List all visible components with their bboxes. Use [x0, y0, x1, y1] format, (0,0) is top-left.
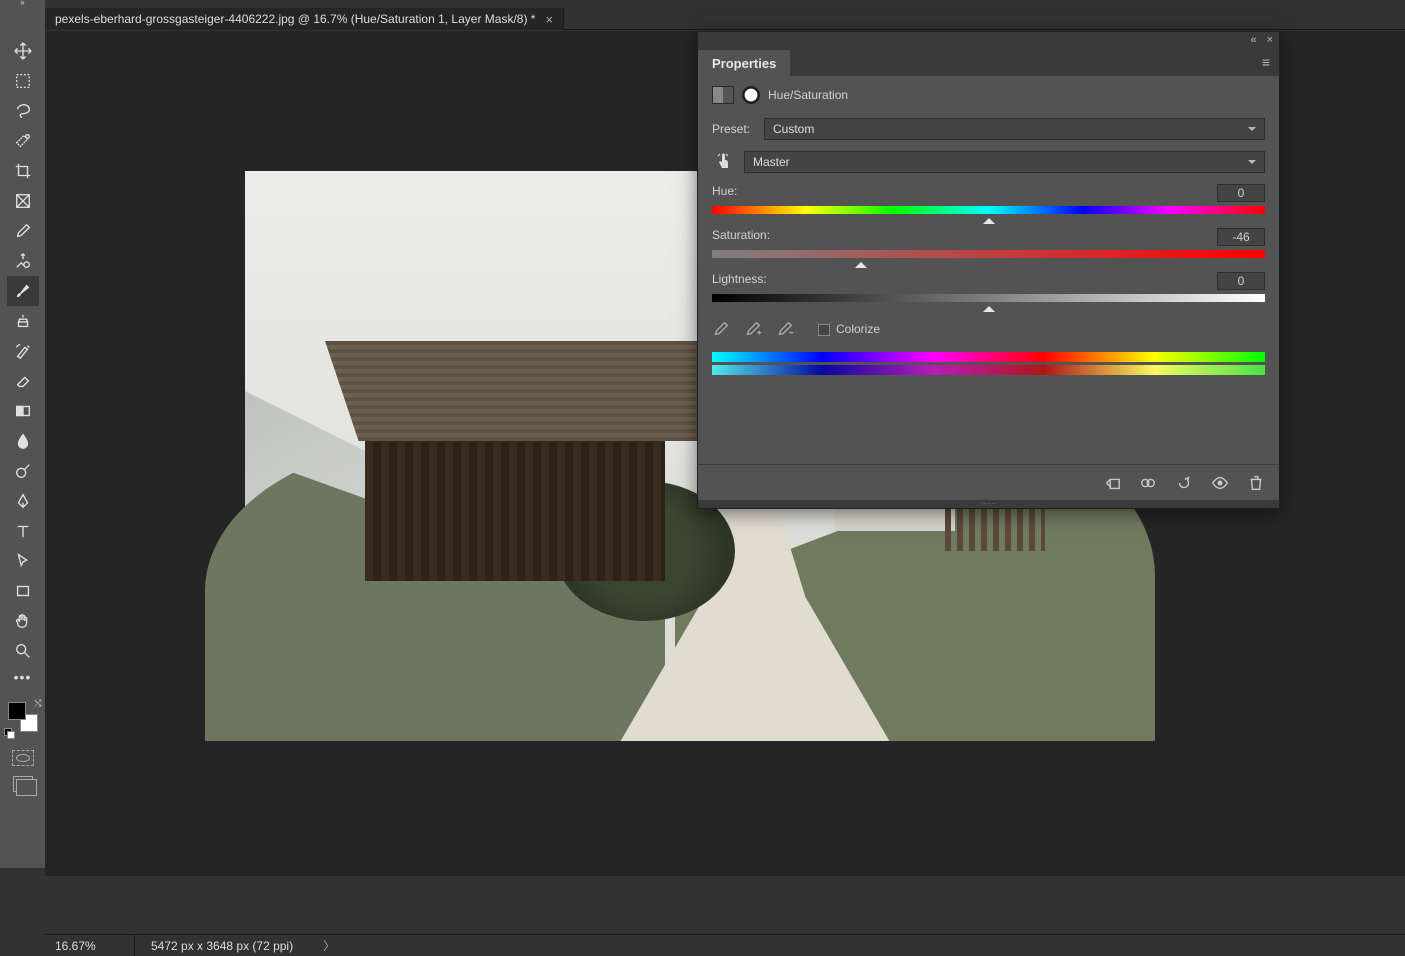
saturation-slider[interactable] [712, 250, 1265, 258]
eyedropper-add-icon[interactable] [744, 320, 762, 338]
lightness-value[interactable]: 0 [1217, 272, 1265, 290]
tools-panel: ••• ⤭ [0, 8, 45, 868]
lasso-tool[interactable] [7, 96, 39, 126]
panel-footer [698, 464, 1279, 500]
color-swatches[interactable]: ⤭ [8, 702, 38, 732]
status-bar: 16.67% 5472 px x 3648 px (72 ppi) 〉 [45, 934, 1405, 956]
saturation-label: Saturation: [712, 228, 770, 246]
screen-mode-icon[interactable] [13, 776, 33, 792]
clip-to-layer-icon[interactable] [1103, 474, 1121, 492]
eraser-tool[interactable] [7, 366, 39, 396]
clone-stamp-tool[interactable] [7, 306, 39, 336]
crop-tool[interactable] [7, 156, 39, 186]
foreground-swatch[interactable] [8, 702, 26, 720]
channel-dropdown[interactable]: Master [744, 151, 1265, 173]
eyedropper-subtract-icon[interactable] [776, 320, 794, 338]
zoom-tool[interactable] [7, 636, 39, 666]
move-tool[interactable] [7, 36, 39, 66]
document-tab-title: pexels-eberhard-grossgasteiger-4406222.j… [55, 12, 535, 26]
hue-label: Hue: [712, 184, 737, 202]
hue-value[interactable]: 0 [1217, 184, 1265, 202]
lightness-slider-thumb[interactable] [983, 300, 995, 312]
frame-tool[interactable] [7, 186, 39, 216]
delete-icon[interactable] [1247, 474, 1265, 492]
default-colors-icon[interactable] [4, 728, 12, 736]
hue-slider[interactable] [712, 206, 1265, 214]
panel-resize-grip[interactable]: ······ [698, 500, 1279, 508]
lightness-label: Lightness: [712, 272, 767, 290]
dodge-tool[interactable] [7, 456, 39, 486]
close-panel-icon[interactable]: × [1267, 34, 1273, 46]
hue-slider-thumb[interactable] [983, 212, 995, 224]
document-tab-bar: pexels-eberhard-grossgasteiger-4406222.j… [45, 8, 1405, 30]
color-range-bars[interactable] [712, 352, 1265, 375]
properties-tab[interactable]: Properties [698, 50, 790, 76]
lightness-slider[interactable] [712, 294, 1265, 302]
toggle-visibility-icon[interactable] [1211, 474, 1229, 492]
reset-icon[interactable] [1175, 474, 1193, 492]
panel-tabs: Properties ≡ [698, 48, 1279, 76]
panel-header-bar[interactable]: « × [698, 32, 1279, 48]
layer-mask-icon[interactable] [742, 86, 760, 104]
properties-panel: « × Properties ≡ Hue/Saturation Preset: … [697, 31, 1280, 509]
history-brush-tool[interactable] [7, 336, 39, 366]
info-menu-chevron-icon[interactable]: 〉 [323, 937, 335, 954]
swap-colors-icon[interactable]: ⤭ [34, 698, 41, 709]
targeted-adjust-icon[interactable] [712, 150, 736, 174]
view-previous-icon[interactable] [1139, 474, 1157, 492]
hand-tool[interactable] [7, 606, 39, 636]
eyedropper-set-icon[interactable] [712, 320, 730, 338]
colorize-checkbox[interactable]: Colorize [818, 322, 880, 336]
saturation-value[interactable]: -46 [1217, 228, 1265, 246]
preset-dropdown[interactable]: Custom [764, 118, 1265, 140]
document-info[interactable]: 5472 px x 3648 px (72 ppi) 〉 [135, 937, 335, 954]
quick-select-tool[interactable] [7, 126, 39, 156]
brush-tool[interactable] [7, 276, 39, 306]
panel-menu-icon[interactable]: ≡ [1262, 54, 1271, 70]
collapse-panel-icon[interactable]: « [1250, 34, 1256, 46]
close-tab-icon[interactable]: × [545, 12, 553, 27]
saturation-slider-thumb[interactable] [855, 256, 867, 268]
eyedropper-tool[interactable] [7, 216, 39, 246]
ruler-tool[interactable] [7, 246, 39, 276]
type-tool[interactable] [7, 516, 39, 546]
edit-toolbar-icon[interactable]: ••• [14, 666, 32, 692]
rectangle-tool[interactable] [7, 576, 39, 606]
gradient-tool[interactable] [7, 396, 39, 426]
adjustment-title: Hue/Saturation [768, 88, 848, 102]
preset-label: Preset: [712, 122, 756, 136]
document-tab[interactable]: pexels-eberhard-grossgasteiger-4406222.j… [45, 8, 564, 30]
quick-mask-icon[interactable] [12, 750, 34, 766]
blur-tool[interactable] [7, 426, 39, 456]
expand-panels-icon[interactable]: » [0, 0, 45, 8]
adjustment-type-icon[interactable] [712, 86, 734, 104]
marquee-tool[interactable] [7, 66, 39, 96]
path-select-tool[interactable] [7, 546, 39, 576]
zoom-level[interactable]: 16.67% [45, 935, 135, 956]
pen-tool[interactable] [7, 486, 39, 516]
